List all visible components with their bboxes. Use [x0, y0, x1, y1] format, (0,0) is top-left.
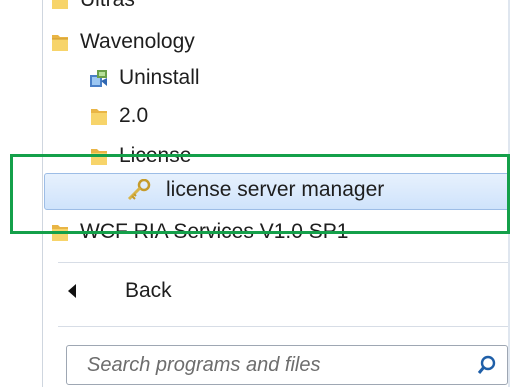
search-input[interactable]	[85, 352, 469, 378]
back-arrow-icon	[66, 283, 78, 299]
program-label: license server manager	[166, 178, 385, 201]
key-icon	[126, 179, 152, 201]
back-button[interactable]: Back	[58, 271, 498, 311]
program-folder-label: WCF RIA Services V1.0 SP1	[80, 220, 349, 243]
program-folder-ultras[interactable]: Ultras	[50, 0, 135, 12]
program-folder-label: Wavenology	[80, 30, 195, 53]
folder-icon	[50, 0, 70, 11]
folder-icon	[89, 145, 109, 167]
program-folder-label: License	[119, 144, 192, 167]
folder-icon	[89, 105, 109, 127]
program-folder-license[interactable]: License	[89, 144, 191, 168]
folder-icon	[50, 221, 70, 243]
program-uninstall[interactable]: Uninstall	[89, 66, 200, 90]
program-folder-label: 2.0	[119, 104, 149, 127]
back-label: Back	[125, 279, 172, 302]
divider	[58, 326, 508, 327]
program-folder-wcf-ria[interactable]: WCF RIA Services V1.0 SP1	[50, 220, 348, 244]
program-folder-2-0[interactable]: 2.0	[89, 104, 148, 128]
program-license-server-manager[interactable]: license server manager	[126, 178, 384, 202]
program-folder-label: Ultras	[80, 0, 135, 12]
search-icon[interactable]	[477, 355, 497, 375]
pane-divider	[42, 0, 43, 387]
folder-icon	[50, 31, 70, 53]
search-box[interactable]	[66, 345, 508, 385]
program-folder-wavenology[interactable]: Wavenology	[50, 30, 195, 54]
divider	[58, 262, 508, 263]
left-pane	[0, 0, 42, 387]
program-label: Uninstall	[119, 66, 200, 89]
uninstall-icon	[89, 67, 109, 89]
